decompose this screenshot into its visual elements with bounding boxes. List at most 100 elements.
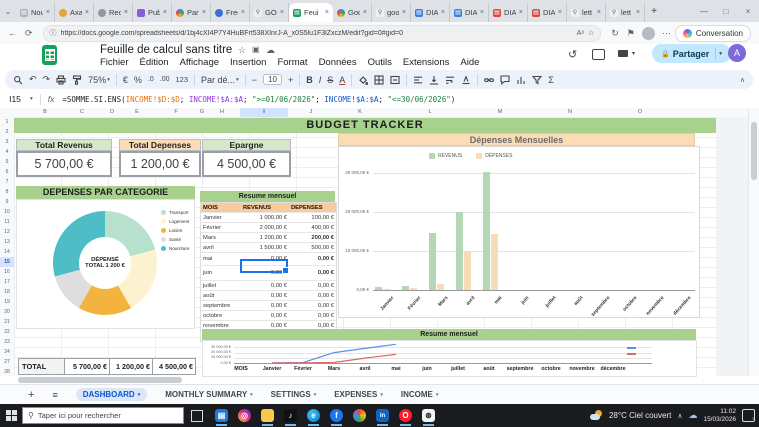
tab-close-icon[interactable]: × bbox=[202, 9, 206, 16]
linkedin-icon[interactable]: in bbox=[376, 409, 389, 426]
toolbar-paint-format[interactable] bbox=[72, 74, 82, 85]
fill-handle[interactable] bbox=[282, 267, 289, 274]
tiktok-icon[interactable]: ♪ bbox=[284, 409, 297, 426]
revenus-cell[interactable]: 0,00 € bbox=[241, 291, 289, 300]
horizontal-align-icon[interactable] bbox=[413, 75, 423, 85]
refresh-icon[interactable]: ⟳ bbox=[21, 28, 37, 39]
depenses-cell[interactable]: 400,00 € bbox=[289, 223, 336, 232]
tray-cloud-icon[interactable]: ☁ bbox=[688, 410, 697, 421]
history-icon[interactable]: ↺ bbox=[568, 48, 577, 61]
toolbar-search[interactable] bbox=[13, 75, 23, 85]
toolbar-font-size[interactable]: 10 bbox=[263, 74, 282, 85]
toolbar-undo[interactable]: ↶ bbox=[29, 74, 37, 85]
revenus-cell[interactable]: 0,00 € bbox=[241, 301, 289, 310]
bar-revenus-avril[interactable] bbox=[456, 212, 463, 290]
favorite-star-icon[interactable]: ☆ bbox=[588, 29, 594, 37]
toolbar-text-rotation[interactable] bbox=[461, 74, 471, 85]
row-header-9[interactable]: 9 bbox=[0, 197, 14, 207]
sheets-logo-icon[interactable] bbox=[42, 45, 57, 65]
bar-depenses-Janvier[interactable] bbox=[383, 289, 390, 290]
column-header-C[interactable]: C bbox=[80, 108, 84, 117]
sheet-tab-dashboard[interactable]: DASHBOARD ▾ bbox=[75, 388, 148, 401]
revenus-cell[interactable]: 1 500,00 € bbox=[241, 243, 289, 252]
month-cell[interactable]: août bbox=[201, 291, 241, 300]
sheet-tab-caret-icon[interactable]: ▾ bbox=[314, 392, 317, 398]
move-folder-icon[interactable]: ▣ bbox=[252, 45, 260, 54]
insert-chart-icon[interactable] bbox=[516, 75, 526, 85]
selected-cell-outline[interactable] bbox=[240, 259, 289, 274]
toolbar-text-color[interactable]: A bbox=[339, 75, 345, 85]
month-cell[interactable]: juillet bbox=[201, 281, 241, 290]
revenus-cell[interactable]: 1 000,00 € bbox=[241, 213, 289, 222]
row-header-23[interactable]: 23 bbox=[0, 337, 14, 347]
toolbar-more-formats[interactable]: 123 bbox=[175, 75, 188, 84]
sheet-tab-income[interactable]: INCOME ▾ bbox=[401, 390, 439, 399]
row-header-12[interactable]: 12 bbox=[0, 227, 14, 237]
banner-title[interactable]: BUDGET TRACKER bbox=[14, 118, 716, 133]
month-cell[interactable]: Février bbox=[201, 223, 241, 232]
menu-extensions[interactable]: Extensions bbox=[403, 57, 449, 68]
add-sheet-button[interactable]: + bbox=[28, 389, 34, 401]
row-header-8[interactable]: 8 bbox=[0, 187, 14, 197]
menu-insertion[interactable]: Insertion bbox=[230, 57, 266, 68]
bar-revenus-Février[interactable] bbox=[402, 285, 409, 290]
explorer-icon[interactable] bbox=[261, 409, 274, 426]
card-title-revenus[interactable]: Total Revenus bbox=[16, 139, 112, 151]
toolbar-horizontal-align[interactable] bbox=[413, 75, 423, 85]
toolbar-vertical-align[interactable] bbox=[429, 75, 439, 85]
browser-tab[interactable]: Para× bbox=[172, 3, 211, 22]
tab-close-icon[interactable]: × bbox=[597, 9, 601, 16]
tab-search-icon[interactable]: ⌄ bbox=[0, 7, 16, 16]
table-row[interactable]: Janvier 1 000,00 €100,00 € bbox=[201, 213, 336, 223]
row-header-6[interactable]: 6 bbox=[0, 167, 14, 177]
cloud-status-icon[interactable]: ☁ bbox=[266, 45, 275, 56]
card-title-depenses[interactable]: Total Depenses bbox=[119, 139, 201, 151]
depenses-cell[interactable]: 0,00 € bbox=[289, 291, 336, 300]
row-header-5[interactable]: 5 bbox=[0, 157, 14, 167]
table-row[interactable]: octobre 0,00 €0,00 € bbox=[201, 311, 336, 321]
toolbar-decrease-decimals[interactable]: .0 bbox=[148, 76, 154, 83]
share-button[interactable]: 🔒 Partager ▾ bbox=[652, 44, 732, 63]
browser-tab[interactable]: Free× bbox=[211, 3, 250, 22]
column-header-L[interactable]: L bbox=[428, 108, 431, 117]
toolbar-bold[interactable]: B bbox=[306, 75, 313, 85]
column-header-H[interactable]: H bbox=[220, 108, 224, 117]
menu-fichier[interactable]: Fichier bbox=[100, 57, 129, 68]
user-avatar[interactable]: A bbox=[728, 44, 746, 62]
name-box-caret-icon[interactable]: ▾ bbox=[30, 96, 33, 102]
bar-chart[interactable]: REVENUS DÉPENSES 30 000,00 € 20 000,00 € 10 … bbox=[338, 146, 700, 318]
sheet-tab-settings[interactable]: SETTINGS ▾ bbox=[271, 390, 317, 399]
month-cell[interactable]: mai bbox=[201, 253, 241, 265]
column-header-D[interactable]: D bbox=[110, 108, 114, 117]
sheet-tab-caret-icon[interactable]: ▾ bbox=[138, 392, 141, 398]
card-title-epargne[interactable]: Epargne bbox=[202, 139, 291, 151]
toolbar-currency[interactable]: € bbox=[123, 75, 128, 85]
table-row[interactable]: août 0,00 €0,00 € bbox=[201, 291, 336, 301]
row-header-17[interactable]: 17 bbox=[0, 277, 14, 287]
toolbar-print[interactable] bbox=[56, 74, 66, 85]
text-rotation-icon[interactable] bbox=[461, 74, 471, 85]
menu-outils[interactable]: Outils bbox=[368, 57, 392, 68]
column-header-I[interactable]: I bbox=[263, 108, 265, 117]
depenses-cell[interactable]: 0,00 € bbox=[289, 253, 336, 265]
maximize-icon[interactable]: □ bbox=[715, 7, 737, 16]
month-cell[interactable]: octobre bbox=[201, 311, 241, 320]
browser-tab-active[interactable]: ▤ Feui × bbox=[289, 3, 333, 22]
sheet-tab-caret-icon[interactable]: ▾ bbox=[250, 392, 253, 398]
doc-title[interactable]: Feuille de calcul sans titre bbox=[100, 44, 232, 56]
search-icon[interactable] bbox=[13, 75, 23, 85]
row-header-1[interactable]: 1 bbox=[0, 117, 14, 127]
browser-tab[interactable]: ▤ DIA × bbox=[489, 3, 528, 22]
table-row[interactable]: juillet 0,00 €0,00 € bbox=[201, 281, 336, 291]
toolbar-insert-link[interactable] bbox=[484, 75, 495, 85]
row-header-11[interactable]: 11 bbox=[0, 217, 14, 227]
new-tab-button[interactable]: + bbox=[645, 6, 663, 17]
instagram-icon[interactable]: ◎ bbox=[238, 409, 251, 422]
revenus-cell[interactable]: 1 200,00 € bbox=[241, 233, 289, 242]
card-value-revenus[interactable]: 5 700,00 € bbox=[16, 151, 112, 177]
vertical-scrollbar[interactable] bbox=[748, 108, 759, 376]
column-header-J[interactable]: J bbox=[310, 108, 313, 117]
tab-close-icon[interactable]: × bbox=[558, 9, 562, 16]
all-sheets-button[interactable]: ≡ bbox=[52, 390, 57, 400]
tab-close-icon[interactable]: × bbox=[402, 9, 406, 16]
